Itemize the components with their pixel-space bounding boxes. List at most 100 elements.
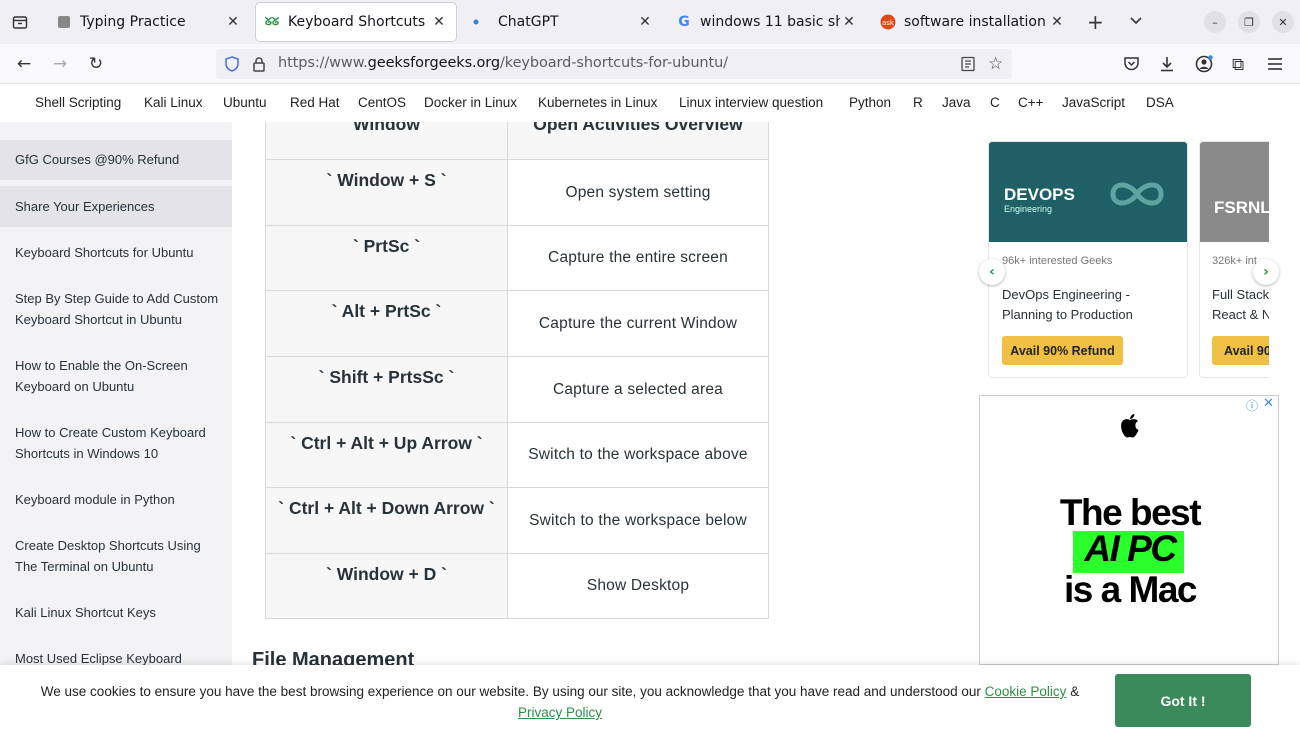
category-java[interactable]: Java: [942, 95, 971, 110]
section-heading: File Management: [252, 649, 415, 665]
category-kali-linux[interactable]: Kali Linux: [144, 95, 203, 110]
account-icon[interactable]: [1195, 55, 1213, 77]
cookie-banner: We use cookies to ensure you have the be…: [0, 665, 1300, 736]
tab-title: Typing Practice: [80, 14, 186, 30]
category-c[interactable]: C: [990, 95, 1000, 110]
category-docker[interactable]: Docker in Linux: [424, 95, 517, 110]
got-it-button[interactable]: Got It !: [1115, 674, 1251, 727]
google-icon: G: [678, 14, 690, 30]
ad-close-icon[interactable]: ✕: [1263, 396, 1274, 411]
avail-refund-button[interactable]: Avail 90% Refund: [1002, 336, 1123, 365]
url-prefix: https://www.: [278, 55, 368, 71]
carousel-next-icon[interactable]: ›: [1253, 259, 1279, 285]
dot-icon: [468, 14, 484, 30]
ad-headline-line3: is a Mac: [1064, 569, 1197, 610]
category-cpp[interactable]: C++: [1018, 95, 1044, 110]
table-cell-keys: ` Ctrl + Alt + Up Arrow `: [265, 422, 508, 488]
close-tab-icon[interactable]: ✕: [840, 14, 858, 30]
close-tab-icon[interactable]: ✕: [636, 14, 654, 30]
url-text[interactable]: https://www.geeksforgeeks.org/keyboard-s…: [278, 55, 728, 71]
banner-subtitle: Engineering: [1004, 204, 1053, 214]
category-ubuntu[interactable]: Ubuntu: [223, 95, 267, 110]
extensions-icon[interactable]: ⧉: [1232, 55, 1244, 75]
table-cell-action: Switch to the workspace below: [507, 487, 769, 554]
table-cell-keys: ` PrtSc `: [265, 225, 508, 291]
tab-chatgpt[interactable]: ChatGPT ✕: [462, 3, 662, 41]
tab-typing-practice[interactable]: Typing Practice ✕: [46, 3, 250, 41]
course-title: Full Stack React & N: [1212, 287, 1272, 322]
reader-view-icon[interactable]: [960, 56, 976, 76]
table-cell-keys: ` Alt + PrtSc `: [265, 290, 508, 357]
svg-text:ask: ask: [882, 19, 895, 27]
tab-windows-11[interactable]: G windows 11 basic short ✕: [668, 3, 864, 41]
table-cell-keys: ` Window + D `: [265, 553, 508, 619]
tab-title: ChatGPT: [498, 14, 559, 30]
course-title: DevOps Engineering - Planning to Product…: [1002, 287, 1133, 322]
list-all-tabs-icon[interactable]: [10, 12, 30, 32]
restore-icon[interactable]: ❐: [1238, 11, 1260, 33]
course-card-devops[interactable]: DEVOPS Engineering 96k+ interested Geeks…: [988, 141, 1188, 378]
lock-icon[interactable]: [252, 56, 266, 76]
table-cell-keys: Window: [265, 122, 508, 160]
course-banner: FSRNL: [1200, 142, 1278, 242]
table-cell-action: Capture a selected area: [507, 356, 769, 423]
ad-info-icon[interactable]: ⓘ: [1246, 397, 1258, 414]
advertisement[interactable]: ⓘ ✕ The best AI PC is a Mac: [979, 395, 1279, 665]
category-r[interactable]: R: [913, 95, 923, 110]
pocket-icon[interactable]: [1123, 56, 1140, 76]
category-javascript[interactable]: JavaScript: [1062, 95, 1125, 110]
table-cell-keys: ` Window + S `: [265, 159, 508, 226]
back-icon[interactable]: ←: [12, 52, 36, 76]
tab-title: software installation - A: [904, 14, 1048, 30]
banner-title: DEVOPS: [1004, 185, 1075, 204]
course-interest: 326k+ int: [1212, 255, 1257, 267]
url-path: /keyboard-shortcuts-for-ubuntu/: [500, 55, 728, 71]
tab-software-installation[interactable]: ask software installation - A ✕: [874, 3, 1074, 41]
gfg-icon: ᘜᘜ: [264, 15, 280, 28]
url-domain: geeksforgeeks.org: [367, 55, 501, 71]
category-kubernetes[interactable]: Kubernetes in Linux: [538, 95, 657, 110]
course-interest: 96k+ interested Geeks: [1002, 255, 1113, 267]
chevron-down-icon[interactable]: [1128, 12, 1144, 32]
table-cell-action: Show Desktop: [507, 553, 769, 619]
course-carousel: DEVOPS Engineering 96k+ interested Geeks…: [978, 135, 1278, 385]
askubuntu-icon: ask: [880, 14, 896, 30]
forward-icon[interactable]: →: [48, 52, 72, 76]
category-red-hat[interactable]: Red Hat: [290, 95, 340, 110]
close-tab-icon[interactable]: ✕: [430, 14, 448, 30]
new-tab-icon[interactable]: +: [1087, 10, 1104, 34]
category-dsa[interactable]: DSA: [1146, 95, 1174, 110]
table-cell-action: Open system setting: [507, 159, 769, 226]
cookie-text: We use cookies to ensure you have the be…: [40, 684, 981, 699]
banner-title: FSRNL: [1214, 198, 1271, 217]
tracking-shield-icon[interactable]: [224, 56, 240, 76]
close-tab-icon[interactable]: ✕: [224, 14, 242, 30]
navigation-toolbar: ← → ↻ https://www.geeksforgeeks.org/keyb…: [0, 44, 1300, 84]
download-icon[interactable]: [1158, 55, 1176, 77]
shortcut-table: Window Open Activities Overview ` Window…: [0, 122, 960, 665]
cookie-ampersand: &: [1070, 684, 1080, 699]
page-icon: [56, 14, 72, 30]
url-bar[interactable]: https://www.geeksforgeeks.org/keyboard-s…: [216, 49, 1012, 79]
tab-keyboard-shortcuts[interactable]: ᘜᘜ Keyboard Shortcuts fo ✕: [256, 3, 456, 41]
reload-icon[interactable]: ↻: [84, 52, 108, 76]
category-centos[interactable]: CentOS: [358, 95, 406, 110]
category-linux-interview[interactable]: Linux interview question: [679, 95, 823, 110]
minimize-icon[interactable]: –: [1204, 11, 1226, 33]
cookie-policy-link[interactable]: Cookie Policy: [985, 684, 1067, 699]
close-window-icon[interactable]: ✕: [1272, 11, 1294, 33]
privacy-policy-link[interactable]: Privacy Policy: [518, 705, 602, 720]
infinity-icon: [1107, 178, 1167, 214]
table-cell-action: Capture the current Window: [507, 290, 769, 357]
tab-bar: Typing Practice ✕ ᘜᘜ Keyboard Shortcuts …: [0, 0, 1300, 44]
category-python[interactable]: Python: [849, 95, 891, 110]
category-shell-scripting[interactable]: Shell Scripting: [35, 95, 121, 110]
table-cell-keys: ` Ctrl + Alt + Down Arrow `: [265, 487, 508, 554]
table-cell-keys: ` Shift + PrtsSc `: [265, 356, 508, 423]
bookmark-star-icon[interactable]: ☆: [988, 54, 1003, 74]
course-banner: DEVOPS Engineering: [989, 142, 1187, 242]
carousel-prev-icon[interactable]: ‹: [979, 259, 1005, 285]
close-tab-icon[interactable]: ✕: [1048, 14, 1066, 30]
menu-icon[interactable]: [1267, 56, 1283, 75]
apple-logo-icon: [1119, 413, 1141, 443]
